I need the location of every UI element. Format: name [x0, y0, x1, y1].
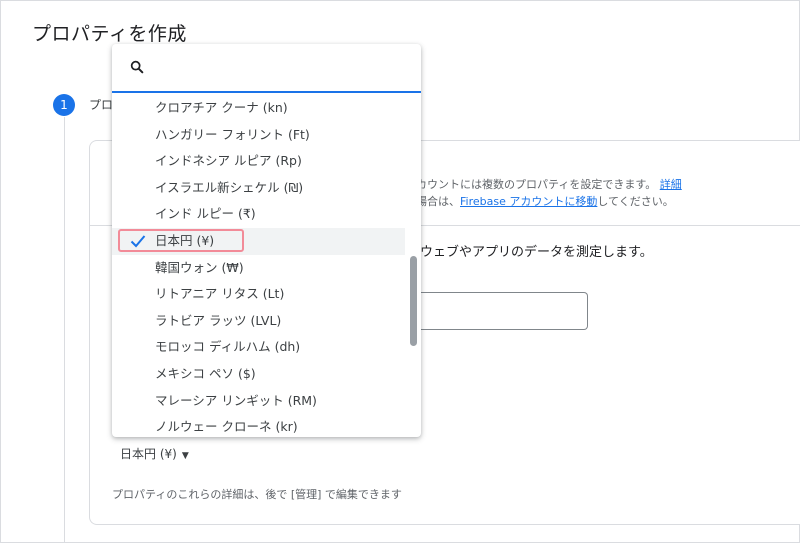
- currency-option[interactable]: ノルウェー クローネ (kr): [112, 414, 421, 437]
- currency-option[interactable]: 日本円 (¥): [112, 227, 405, 255]
- currency-option-label: インド ルピー (₹): [155, 206, 256, 222]
- currency-option[interactable]: クロアチア クーナ (kn): [112, 95, 421, 122]
- currency-option[interactable]: メキシコ ペソ ($): [112, 361, 421, 388]
- check-icon: [130, 235, 146, 248]
- currency-search-input[interactable]: [156, 54, 410, 82]
- currency-select[interactable]: 日本円 (¥) ▼: [120, 445, 189, 462]
- property-name-field[interactable]: [405, 292, 588, 330]
- currency-option-label: ラトビア ラッツ (LVL): [155, 312, 282, 328]
- scrollbar-thumb[interactable]: [410, 256, 417, 346]
- currency-option-label: マレーシア リンギット (RM): [155, 392, 317, 408]
- currency-option[interactable]: モロッコ ディルハム (dh): [112, 334, 421, 361]
- currency-option-label: インドネシア ルピア (Rp): [155, 153, 302, 169]
- caret-down-icon: ▼: [181, 451, 189, 461]
- currency-option-label: リトアニア リタス (Lt): [155, 286, 285, 302]
- currency-option[interactable]: ハンガリー フォリント (Ft): [112, 122, 421, 149]
- currency-option[interactable]: マレーシア リンギット (RM): [112, 388, 421, 415]
- currency-select-value: 日本円 (¥): [120, 447, 177, 461]
- currency-option-label: ハンガリー フォリント (Ft): [155, 126, 310, 142]
- dropdown-scrollbar[interactable]: [407, 93, 421, 437]
- currency-option-label: クロアチア クーナ (kn): [155, 100, 288, 115]
- dropdown-search-row: [112, 44, 421, 93]
- currency-option-label: 韓国ウォン (₩): [155, 259, 244, 275]
- learn-more-link[interactable]: 詳細: [660, 178, 682, 191]
- info-line2-suffix: してください。: [597, 195, 674, 208]
- currency-option-list: クロアチア クーナ (kn) ハンガリー フォリント (Ft) インドネシア ルピア…: [112, 95, 421, 437]
- edit-later-note: プロパティのこれらの詳細は、後で [管理] で編集できます: [112, 488, 402, 501]
- currency-option[interactable]: インドネシア ルピア (Rp): [112, 148, 421, 175]
- measure-description: ウェブやアプリのデータを測定します。: [420, 245, 653, 260]
- currency-option-label: イスラエル新シェケル (₪): [155, 179, 304, 195]
- page-title: プロパティを作成: [32, 23, 187, 45]
- currency-option[interactable]: 韓国ウォン (₩): [112, 255, 421, 282]
- currency-option-label: ノルウェー クローネ (kr): [155, 419, 298, 435]
- currency-option[interactable]: イスラエル新シェケル (₪): [112, 175, 421, 202]
- info-line1-text: アカウントには複数のプロパティを設定できます。: [405, 178, 657, 191]
- currency-option-label: メキシコ ペソ ($): [155, 365, 256, 381]
- property-info-text: アカウントには複数のプロパティを設定できます。 詳細 る場合は、Firebase…: [405, 176, 682, 210]
- currency-option[interactable]: リトアニア リタス (Lt): [112, 281, 421, 308]
- currency-option-label: 日本円 (¥): [155, 232, 215, 248]
- search-icon: [130, 60, 144, 74]
- currency-option[interactable]: インド ルピー (₹): [112, 201, 421, 228]
- currency-option-label: モロッコ ディルハム (dh): [155, 339, 301, 355]
- step-number-badge: 1: [53, 94, 75, 116]
- step-connector-line: [64, 117, 65, 543]
- currency-dropdown[interactable]: クロアチア クーナ (kn) ハンガリー フォリント (Ft) インドネシア ルピア…: [112, 44, 421, 437]
- step-label: プロ: [89, 98, 114, 112]
- currency-option[interactable]: ラトビア ラッツ (LVL): [112, 308, 421, 335]
- firebase-account-link[interactable]: Firebase アカウントに移動: [460, 195, 597, 208]
